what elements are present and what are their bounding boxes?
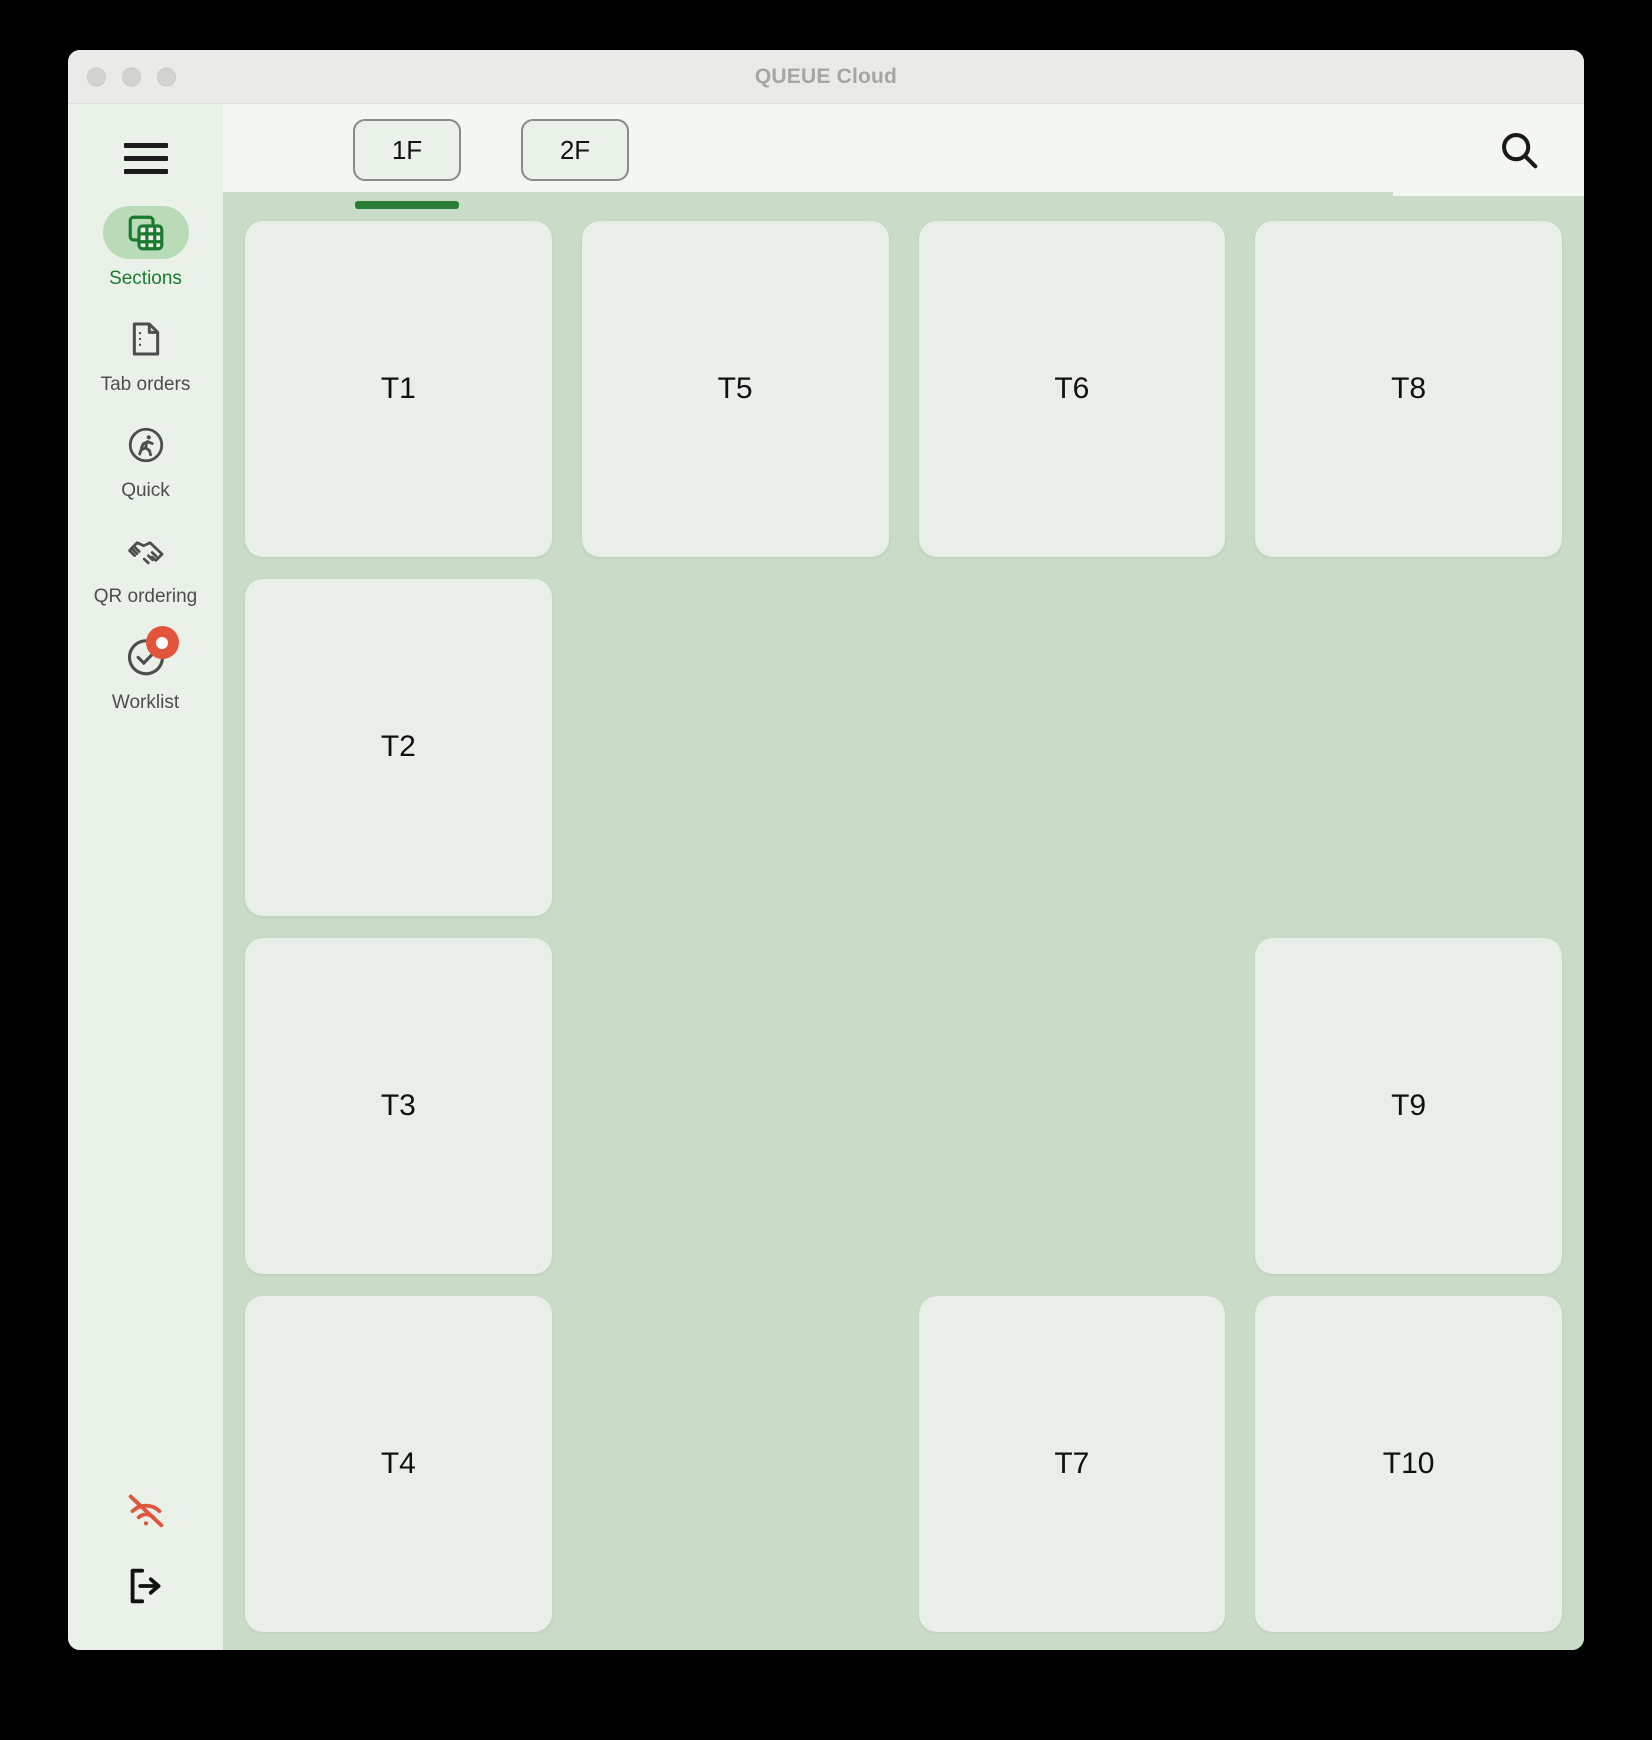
window-body: Sections Tab orders Quick QR ordering Wo… — [68, 104, 1584, 1650]
empty-slot — [582, 579, 889, 915]
empty-slot — [919, 938, 1226, 1274]
wifi-off-icon[interactable] — [116, 1480, 176, 1540]
sections-grid-icon — [102, 206, 189, 259]
tab-label: 2F — [559, 134, 591, 165]
minimize-button[interactable] — [122, 67, 141, 86]
tab-floor-2f[interactable]: 2F — [521, 119, 629, 181]
sidebar-item-label: Sections — [109, 268, 182, 289]
tab-label: 1F — [391, 134, 423, 165]
sidebar: Sections Tab orders Quick QR ordering Wo… — [68, 104, 223, 1650]
sidebar-item-sections[interactable]: Sections — [68, 206, 223, 290]
table-card[interactable]: T8 — [1255, 221, 1562, 558]
document-icon — [103, 312, 189, 365]
worklist-notification-badge — [145, 626, 179, 659]
empty-slot — [582, 938, 889, 1274]
empty-slot — [1255, 579, 1562, 915]
running-person-icon — [103, 418, 189, 471]
table-label: T8 — [1391, 372, 1427, 406]
app-window: QUEUE Cloud Sections Tab orders Quick QR… — [68, 50, 1584, 1650]
sidebar-item-label: Tab orders — [100, 374, 191, 395]
floor-tab-bar: 1F 2F — [223, 104, 1584, 209]
sidebar-item-tab-orders[interactable]: Tab orders — [68, 312, 223, 396]
table-label: T2 — [380, 730, 416, 764]
table-card[interactable]: T10 — [1255, 1295, 1562, 1632]
table-label: T9 — [1391, 1088, 1427, 1122]
table-card[interactable]: T4 — [245, 1295, 552, 1632]
table-card[interactable]: T9 — [1255, 937, 1562, 1274]
table-label: T10 — [1382, 1446, 1435, 1480]
table-label: T5 — [717, 372, 753, 406]
window-title: QUEUE Cloud — [754, 64, 898, 88]
hamburger-line — [123, 142, 168, 148]
hamburger-line — [123, 155, 168, 161]
sidebar-item-label: Quick — [121, 480, 170, 501]
zoom-button[interactable] — [157, 67, 176, 86]
title-bar: QUEUE Cloud — [68, 50, 1584, 104]
table-card[interactable]: T7 — [918, 1295, 1226, 1632]
table-card[interactable]: T2 — [245, 579, 552, 916]
sidebar-bottom-actions — [68, 1464, 223, 1650]
table-label: T7 — [1054, 1446, 1090, 1480]
table-label: T4 — [380, 1446, 416, 1480]
table-label: T3 — [380, 1088, 416, 1122]
empty-slot — [919, 579, 1226, 915]
handshake-icon — [103, 524, 189, 577]
table-grid: T1 T5 T6 T8 T2 T3 T9 T4 T7 T10 — [245, 221, 1562, 1632]
hamburger-menu-icon[interactable] — [119, 136, 173, 180]
sidebar-item-quick[interactable]: Quick — [68, 418, 223, 502]
close-button[interactable] — [87, 67, 106, 86]
logout-icon[interactable] — [116, 1556, 176, 1616]
traffic-light-controls[interactable] — [87, 67, 176, 86]
sidebar-item-worklist[interactable]: Worklist — [68, 626, 223, 714]
sidebar-nav: Sections Tab orders Quick QR ordering Wo… — [68, 206, 223, 736]
check-circle-icon — [103, 626, 189, 683]
sidebar-item-label: Worklist — [111, 692, 180, 713]
table-card[interactable]: T6 — [918, 221, 1226, 558]
floor-plan-area: T1 T5 T6 T8 T2 T3 T9 T4 T7 T10 — [223, 201, 1584, 1650]
tab-floor-1f[interactable]: 1F — [353, 119, 461, 209]
table-card[interactable]: T5 — [581, 221, 889, 558]
main-pane: 1F 2F T1 T5 T6 T8 T2 T3 T9 T4 T7 T10 — [223, 104, 1584, 1650]
table-label: T6 — [1054, 372, 1090, 406]
search-icon[interactable] — [1492, 123, 1546, 177]
sidebar-item-qr-ordering[interactable]: QR ordering — [68, 524, 223, 608]
hamburger-line — [123, 168, 168, 174]
empty-slot — [582, 1296, 889, 1632]
sidebar-item-label: QR ordering — [93, 586, 198, 607]
table-card[interactable]: T3 — [245, 937, 552, 1274]
horizontal-scrollbar[interactable] — [223, 192, 1584, 201]
table-card[interactable]: T1 — [245, 221, 552, 558]
table-label: T1 — [380, 372, 416, 406]
